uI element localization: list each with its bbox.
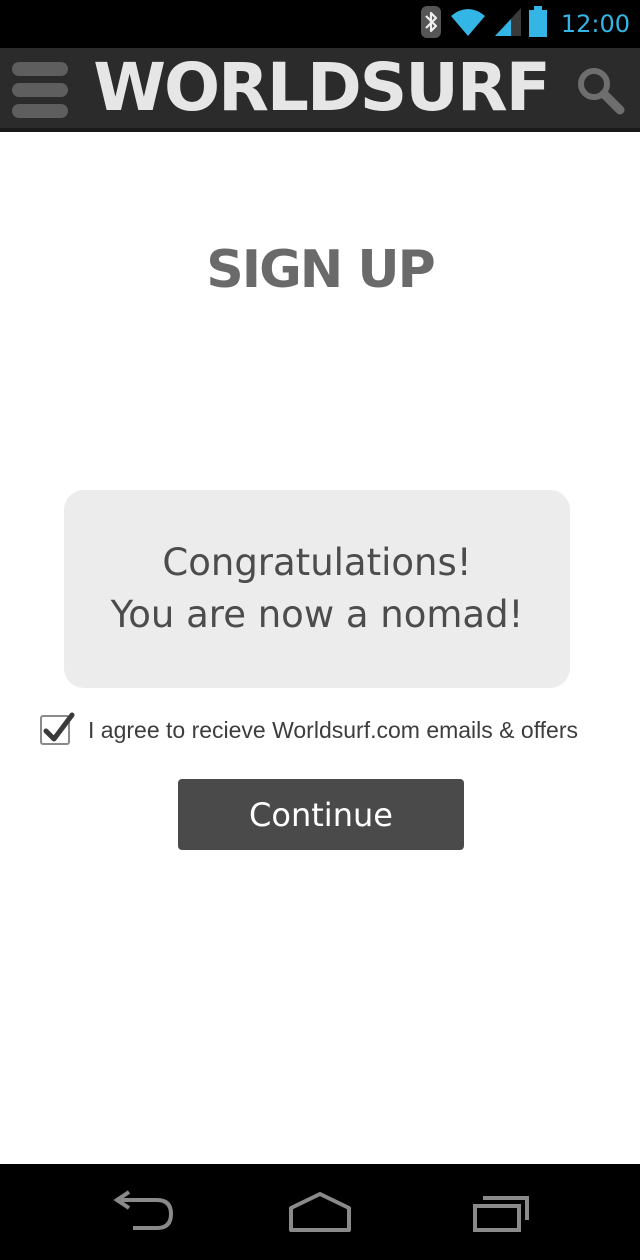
logo-text: WORLDSURF bbox=[93, 49, 551, 126]
worldsurf-logo[interactable]: WORLDSURF bbox=[86, 48, 556, 128]
checkmark-icon bbox=[43, 712, 75, 742]
recent-apps-icon[interactable] bbox=[460, 1186, 540, 1238]
wifi-icon bbox=[449, 6, 487, 43]
continue-button[interactable]: Continue bbox=[178, 779, 464, 850]
menu-bar bbox=[12, 83, 68, 97]
menu-bar bbox=[12, 62, 68, 76]
agree-label[interactable]: I agree to recieve Worldsurf.com emails … bbox=[88, 717, 578, 744]
back-icon[interactable] bbox=[102, 1186, 182, 1238]
navigation-bar bbox=[0, 1164, 640, 1260]
signal-icon bbox=[494, 6, 521, 43]
signup-screen: 12:00 WORLDSURF SIGN UP Congratulations!… bbox=[0, 0, 640, 1260]
message-line-2: You are now a nomad! bbox=[110, 593, 524, 636]
message-line-1: Congratulations! bbox=[162, 541, 472, 584]
home-icon[interactable] bbox=[280, 1186, 360, 1238]
status-bar: 12:00 bbox=[0, 0, 640, 48]
search-icon[interactable] bbox=[574, 64, 626, 116]
status-icons: 12:00 bbox=[420, 0, 630, 48]
page-title: SIGN UP bbox=[206, 240, 435, 300]
menu-bar bbox=[12, 104, 68, 118]
app-header: WORLDSURF bbox=[0, 48, 640, 132]
email-offers-agreement: I agree to recieve Worldsurf.com emails … bbox=[40, 710, 620, 750]
status-time: 12:00 bbox=[560, 10, 630, 38]
agree-checkbox[interactable] bbox=[40, 712, 75, 745]
battery-icon bbox=[528, 5, 547, 43]
bluetooth-icon bbox=[420, 5, 441, 43]
success-message-card: Congratulations! You are now a nomad! bbox=[64, 490, 570, 688]
hamburger-menu-icon[interactable] bbox=[12, 62, 70, 118]
